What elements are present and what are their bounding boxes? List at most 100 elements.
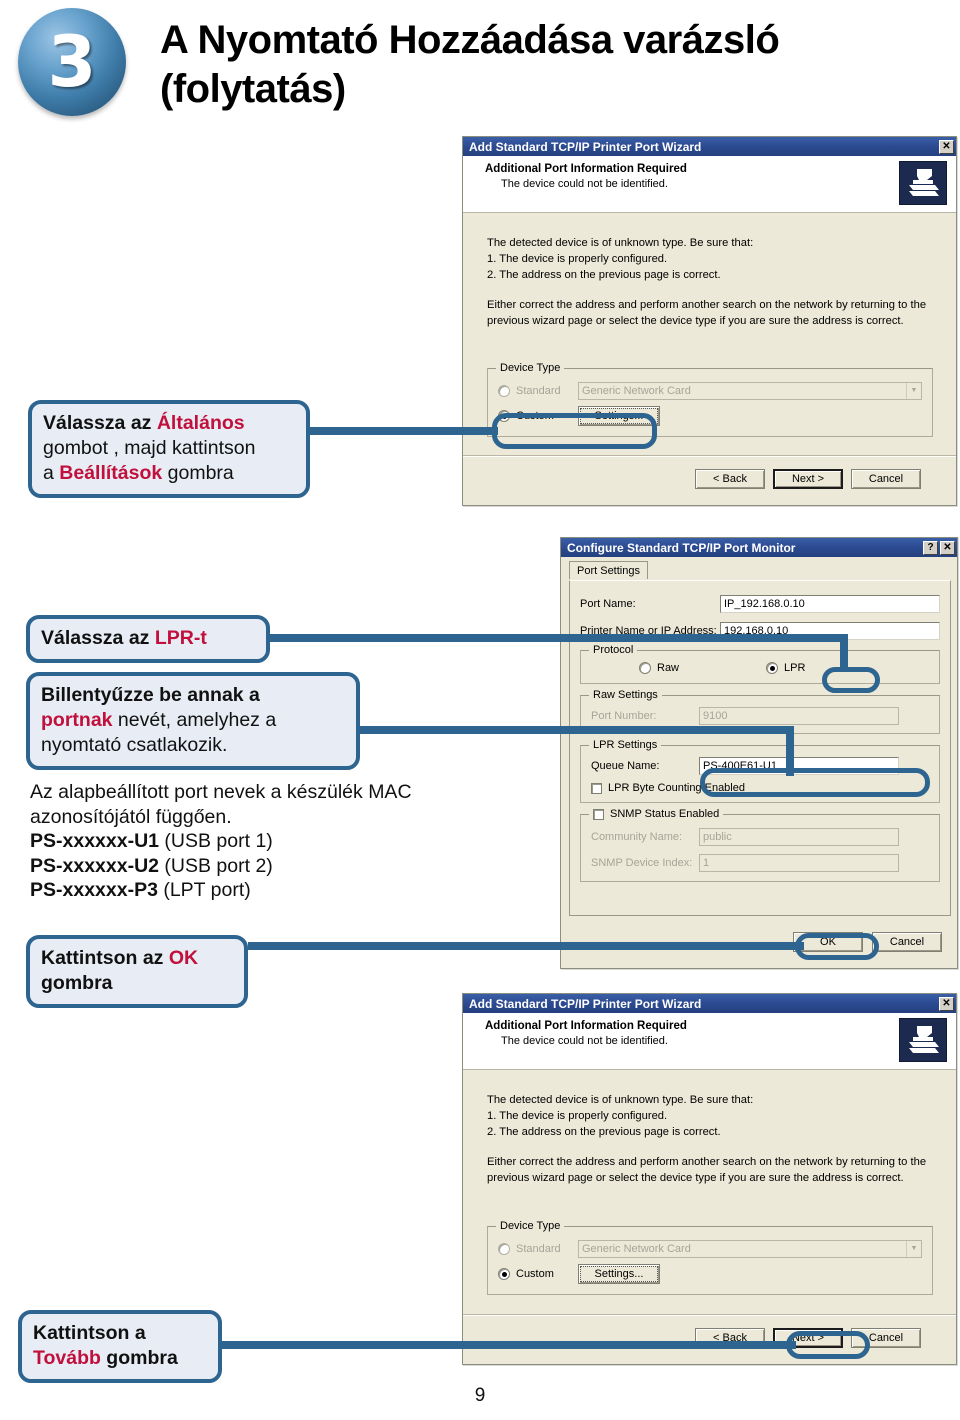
callout-ok: Kattintson az OK gombra — [26, 935, 248, 1009]
cancel-button[interactable]: Cancel — [872, 932, 942, 952]
device-type-label: Device Type — [496, 362, 565, 374]
custom-label: Custom — [516, 410, 554, 422]
callout-line1: Kattintson az OK — [41, 946, 233, 971]
snmp-device-index-row: SNMP Device Index: 1 — [591, 854, 929, 872]
note-line4: PS-xxxxxx-U2 (USB port 2) — [30, 854, 500, 879]
radio-custom[interactable] — [498, 410, 510, 422]
wizard-body-line2: 1. The device is properly configured. — [487, 1110, 668, 1123]
protocol-groupbox: Protocol Raw LPR — [580, 644, 940, 684]
callout-seg3: gombra — [100, 1347, 178, 1370]
printer-icon — [899, 1018, 947, 1062]
snmp-device-index-input[interactable]: 1 — [699, 854, 899, 872]
community-name-input[interactable]: public — [699, 828, 899, 846]
note-line3-rest: (USB port 1) — [159, 830, 273, 853]
callout-seg2-highlight: Általános — [156, 412, 245, 434]
port-number-row: Port Number: 9100 — [591, 707, 929, 725]
window-title: Add Standard TCP/IP Printer Port Wizard — [469, 996, 702, 1011]
radio-standard[interactable] — [498, 1242, 510, 1255]
window-title: Configure Standard TCP/IP Port Monitor — [567, 540, 796, 555]
connector-lpr-vertical — [840, 634, 848, 672]
community-name-label: Community Name: — [591, 831, 683, 843]
radio-custom[interactable] — [498, 1268, 510, 1280]
lpr-settings-label: LPR Settings — [589, 739, 662, 751]
raw-label: Raw — [657, 662, 680, 674]
tab-port-settings[interactable]: Port Settings — [569, 561, 648, 579]
checkbox-lpr-byte-counting[interactable] — [591, 782, 602, 794]
callout-line3: a Beállítások gombra — [43, 461, 295, 486]
wizard-header-bottom: Additional Port Information Required The… — [463, 1013, 956, 1070]
back-button[interactable]: < Back — [695, 469, 765, 489]
standard-device-row[interactable]: Standard Generic Network Card ▼ — [498, 381, 922, 400]
callout-seg2-highlight: Tovább — [33, 1347, 101, 1370]
wizard-body-line2: 1. The device is properly configured. — [487, 253, 668, 266]
raw-radio-row[interactable]: Raw — [591, 662, 766, 674]
callout-line2: gombot , majd kattintson — [43, 437, 256, 460]
standard-device-row[interactable]: Standard Generic Network Card ▼ — [498, 1239, 922, 1258]
connector-next-button — [222, 1341, 796, 1349]
wizard-body-para2-line1: Either correct the address and perform a… — [487, 298, 927, 311]
radio-standard[interactable] — [498, 384, 510, 397]
footer-divider — [463, 455, 956, 457]
cancel-button[interactable]: Cancel — [851, 469, 921, 489]
wizard-body-para2-line1: Either correct the address and perform a… — [487, 1155, 927, 1168]
help-icon[interactable]: ? — [923, 540, 938, 555]
connector-ok-button — [248, 942, 804, 950]
close-icon[interactable]: ✕ — [940, 540, 955, 555]
callout-seg1: Válassza az — [41, 627, 155, 649]
snmp-status-row[interactable]: SNMP Status Enabled — [589, 808, 724, 820]
printer-icon — [899, 161, 947, 205]
note-line1: Az alapbeállított port nevek a készülék … — [30, 781, 412, 803]
page-header: 3 A Nyomtató Hozzáadása varázsló (folyta… — [0, 0, 960, 125]
checkbox-snmp-status[interactable] — [593, 808, 604, 820]
port-number-label: Port Number: — [591, 710, 657, 722]
note-line2: azonosítójától függően. — [30, 805, 232, 828]
note-line5-rest: (LPT port) — [157, 879, 251, 902]
callout-line1: Válassza az LPR-t — [41, 626, 255, 651]
callout-seg2-highlight: portnak — [41, 709, 113, 732]
default-port-names-note: Az alapbeállított port nevek a készülék … — [30, 780, 500, 903]
titlebar-bottom: Add Standard TCP/IP Printer Port Wizard … — [463, 994, 956, 1013]
port-number-input[interactable]: 9100 — [699, 707, 899, 725]
standard-device-combo[interactable]: Generic Network Card ▼ — [578, 1239, 922, 1258]
lpr-byte-counting-row[interactable]: LPR Byte Counting Enabled — [591, 782, 929, 794]
settings-button[interactable]: Settings... — [578, 1264, 660, 1284]
cancel-button[interactable]: Cancel — [851, 1328, 921, 1348]
custom-device-row[interactable]: Custom Settings... — [498, 406, 922, 426]
wizard-body-line3: 2. The address on the previous page is c… — [487, 269, 721, 282]
step-number-badge: 3 — [18, 8, 126, 116]
note-line5-bold: PS-xxxxxx-P3 — [30, 879, 158, 902]
callout-line2: gombra — [41, 972, 113, 995]
close-icon[interactable]: ✕ — [939, 996, 954, 1011]
tab-panel-port-settings: Port Name: IP_192.168.0.10 Printer Name … — [569, 580, 951, 916]
standard-device-combo[interactable]: Generic Network Card ▼ — [578, 381, 922, 400]
connector-queue-vertical — [786, 726, 794, 776]
close-icon[interactable]: ✕ — [939, 139, 954, 154]
custom-device-row[interactable]: Custom Settings... — [498, 1264, 922, 1284]
callout-custom-settings: Válassza az Általános gombot , majd katt… — [28, 400, 310, 499]
wizard-body-line1: The detected device is of unknown type. … — [487, 1094, 754, 1106]
queue-name-input[interactable]: PS-400E61-U1 — [699, 757, 899, 775]
step-number-text: 3 — [47, 21, 97, 103]
chevron-down-icon[interactable]: ▼ — [906, 1240, 921, 1257]
port-name-row: Port Name: IP_192.168.0.10 — [580, 595, 940, 613]
callout-seg4: a — [43, 462, 60, 485]
custom-label: Custom — [516, 1268, 554, 1280]
protocol-label: Protocol — [589, 644, 638, 656]
callout-line1: Kattintson a — [33, 1322, 146, 1344]
titlebar-monitor: Configure Standard TCP/IP Port Monitor ?… — [561, 538, 957, 557]
tabstrip: Port Settings — [561, 557, 957, 579]
radio-lpr[interactable] — [766, 662, 778, 674]
wizard-body-para2-line2: previous wizard page or select the devic… — [487, 314, 904, 327]
snmp-status-label: SNMP Status Enabled — [610, 808, 720, 820]
port-name-input[interactable]: IP_192.168.0.10 — [720, 595, 940, 613]
port-name-label: Port Name: — [580, 598, 636, 610]
standard-label: Standard — [516, 384, 561, 397]
note-line4-rest: (USB port 2) — [159, 854, 273, 877]
lpr-radio-row[interactable]: LPR — [766, 662, 805, 674]
settings-button[interactable]: Settings... — [578, 406, 660, 426]
add-tcpip-printer-port-wizard-dialog-top: Add Standard TCP/IP Printer Port Wizard … — [462, 136, 957, 506]
callout-seg1: Válassza az — [43, 412, 157, 434]
chevron-down-icon[interactable]: ▼ — [906, 382, 921, 399]
radio-raw[interactable] — [639, 662, 651, 674]
next-button[interactable]: Next > — [773, 469, 843, 489]
